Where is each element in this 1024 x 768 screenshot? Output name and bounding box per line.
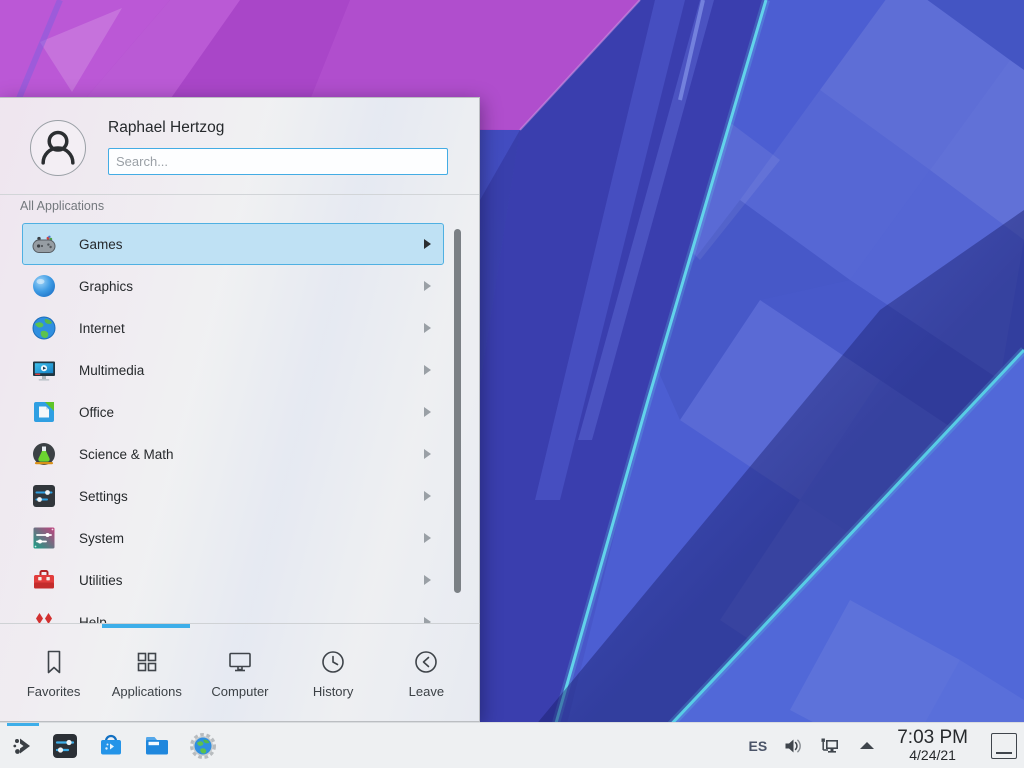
menu-item-games[interactable]: Games xyxy=(22,223,444,265)
user-avatar[interactable] xyxy=(30,120,86,176)
clock-time: 7:03 PM xyxy=(897,728,968,749)
application-launcher-button[interactable] xyxy=(4,723,42,768)
menu-item-help[interactable]: Help xyxy=(22,601,444,623)
taskbar-app-discover[interactable] xyxy=(88,723,134,768)
header-divider xyxy=(0,194,479,195)
menu-item-label: Utilities xyxy=(79,573,123,588)
menu-item-label: Games xyxy=(79,237,123,252)
menu-item-internet[interactable]: Internet xyxy=(22,307,444,349)
chevron-right-icon xyxy=(424,407,431,417)
globe-gear-icon xyxy=(188,731,218,761)
tab-label: Favorites xyxy=(27,684,80,699)
tab-label: Leave xyxy=(409,684,444,699)
user-name: Raphael Hertzog xyxy=(108,119,224,137)
tab-leave[interactable]: Leave xyxy=(380,624,473,722)
desktop: Raphael Hertzog All Applications Games xyxy=(0,0,1024,768)
chevron-right-icon xyxy=(424,281,431,291)
multimedia-monitor-icon xyxy=(30,356,58,384)
chevron-right-icon xyxy=(424,239,431,249)
menu-item-graphics[interactable]: Graphics xyxy=(22,265,444,307)
active-task-indicator xyxy=(7,723,39,726)
chevron-right-icon xyxy=(424,323,431,333)
help-icon xyxy=(30,608,58,623)
taskbar: ES xyxy=(0,722,1024,768)
show-desktop-icon xyxy=(996,752,1012,754)
chevron-right-icon xyxy=(424,449,431,459)
tab-label: Applications xyxy=(112,684,182,699)
gamepad-icon xyxy=(30,230,58,258)
chevron-right-icon xyxy=(424,365,431,375)
bookmark-icon xyxy=(39,647,69,677)
menu-item-label: Settings xyxy=(79,489,128,504)
folder-icon xyxy=(142,731,172,761)
graphics-sphere-icon xyxy=(30,272,58,300)
menu-item-label: Science & Math xyxy=(79,447,174,462)
application-category-list: Games Graphics xyxy=(0,223,480,623)
history-clock-icon xyxy=(318,647,348,677)
menu-item-office[interactable]: Office xyxy=(22,391,444,433)
monitor-icon xyxy=(225,647,255,677)
menu-item-label: Internet xyxy=(79,321,125,336)
section-label: All Applications xyxy=(20,199,104,213)
taskbar-app-system-settings[interactable] xyxy=(42,723,88,768)
menu-item-label: Office xyxy=(79,405,114,420)
tab-label: History xyxy=(313,684,353,699)
scrollbar-handle[interactable] xyxy=(454,229,461,593)
system-sliders-icon xyxy=(30,524,58,552)
user-icon xyxy=(31,121,85,175)
chevron-right-icon xyxy=(424,491,431,501)
tab-applications[interactable]: Applications xyxy=(100,624,193,722)
taskbar-app-file-manager[interactable] xyxy=(134,723,180,768)
menu-item-label: Multimedia xyxy=(79,363,144,378)
grid-icon xyxy=(132,647,162,677)
keyboard-layout-indicator[interactable]: ES xyxy=(749,738,768,754)
search-input[interactable] xyxy=(108,148,448,175)
taskbar-app-web-browser[interactable] xyxy=(180,723,226,768)
menu-item-label: System xyxy=(79,531,124,546)
active-tab-indicator xyxy=(102,624,190,628)
science-flask-icon xyxy=(30,440,58,468)
chevron-right-icon xyxy=(424,575,431,585)
menu-header: Raphael Hertzog xyxy=(0,98,479,195)
menu-footer-tabs: Favorites Applications xyxy=(0,623,480,722)
menu-item-utilities[interactable]: Utilities xyxy=(22,559,444,601)
tab-computer[interactable]: Computer xyxy=(193,624,286,722)
menu-item-label: Graphics xyxy=(79,279,133,294)
application-launcher-menu: Raphael Hertzog All Applications Games xyxy=(0,97,480,722)
settings-sliders-icon xyxy=(30,482,58,510)
menu-item-label: Help xyxy=(79,615,107,624)
menu-item-science-math[interactable]: Science & Math xyxy=(22,433,444,475)
network-icon[interactable] xyxy=(819,735,841,757)
kde-launcher-icon xyxy=(8,731,38,761)
globe-icon xyxy=(30,314,58,342)
tab-label: Computer xyxy=(211,684,268,699)
utilities-toolbox-icon xyxy=(30,566,58,594)
discover-bag-icon xyxy=(96,731,126,761)
expand-arrow-icon[interactable] xyxy=(856,735,878,757)
show-desktop-button[interactable] xyxy=(991,733,1017,759)
menu-item-system[interactable]: System xyxy=(22,517,444,559)
tab-history[interactable]: History xyxy=(287,624,380,722)
system-settings-icon xyxy=(50,731,80,761)
leave-icon xyxy=(411,647,441,677)
clock-date: 4/24/21 xyxy=(897,748,968,763)
office-document-icon xyxy=(30,398,58,426)
system-tray: ES xyxy=(749,728,1024,764)
volume-icon[interactable] xyxy=(782,735,804,757)
digital-clock[interactable]: 7:03 PM 4/24/21 xyxy=(897,728,968,764)
menu-item-multimedia[interactable]: Multimedia xyxy=(22,349,444,391)
menu-item-settings[interactable]: Settings xyxy=(22,475,444,517)
tab-favorites[interactable]: Favorites xyxy=(7,624,100,722)
chevron-right-icon xyxy=(424,533,431,543)
